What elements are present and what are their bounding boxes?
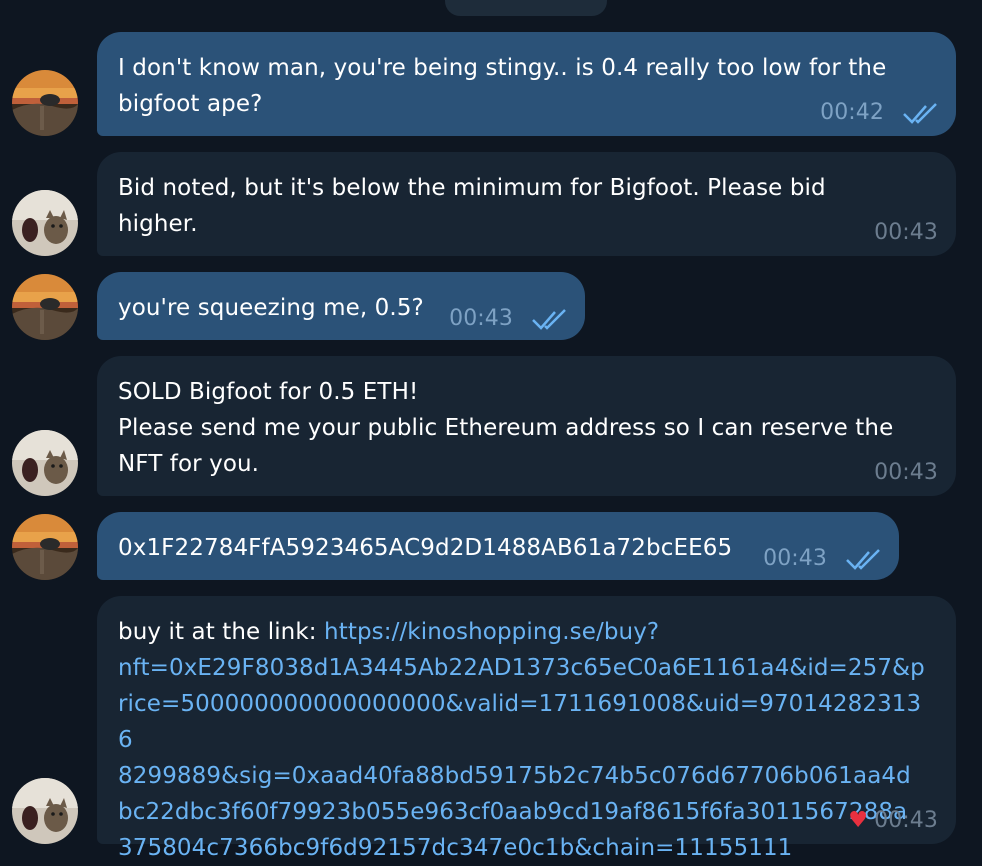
date-pill: [445, 0, 607, 16]
message-bubble-incoming[interactable]: SOLD Bigfoot for 0.5 ETH! Please send me…: [97, 356, 956, 496]
message-time: 00:43: [449, 306, 513, 331]
cat-avatar[interactable]: [12, 430, 78, 496]
read-double-check-icon: [903, 103, 937, 124]
heart-reaction-icon[interactable]: ♥: [848, 803, 868, 839]
sunset-bird-avatar[interactable]: [12, 70, 78, 136]
message-text: SOLD Bigfoot for 0.5 ETH! Please send me…: [118, 379, 894, 477]
message-time: 00:43: [874, 808, 938, 833]
message-meta: 00:43: [449, 304, 567, 334]
message-meta: 00:42: [820, 98, 938, 128]
sunset-bird-avatar[interactable]: [12, 514, 78, 580]
message-meta: ♥ 00:43: [848, 806, 938, 836]
message-bubble-incoming[interactable]: Bid noted, but it's below the minimum fo…: [97, 152, 956, 256]
message-time: 00:43: [763, 546, 827, 571]
message-bubble-outgoing[interactable]: 0x1F22784FfA5923465AC9d2D1488AB61a72bcEE…: [97, 512, 899, 580]
message-bubble-outgoing[interactable]: I don't know man, you're being stingy.. …: [97, 32, 956, 136]
cat-avatar[interactable]: [12, 778, 78, 844]
read-double-check-icon: [846, 549, 880, 570]
message-time: 00:43: [874, 220, 938, 245]
message-text: Bid noted, but it's below the minimum fo…: [118, 175, 826, 237]
sunset-bird-avatar[interactable]: [12, 274, 78, 340]
message-bubble-incoming[interactable]: buy it at the link: https://kinoshopping…: [97, 596, 956, 861]
message-time: 00:42: [820, 100, 884, 125]
message-meta: 00:43: [874, 458, 938, 488]
message-bubble-outgoing[interactable]: you're squeezing me, 0.5? 00:43: [97, 272, 585, 340]
message-text: buy it at the link: https://kinoshopping…: [118, 614, 934, 866]
message-meta: 00:43: [763, 544, 881, 574]
message-link[interactable]: https://kinoshopping.se/buy? nft=0xE29F8…: [118, 619, 925, 861]
read-double-check-icon: [532, 309, 566, 330]
message-text: I don't know man, you're being stingy.. …: [118, 55, 887, 117]
message-time: 00:43: [874, 460, 938, 485]
cat-avatar[interactable]: [12, 190, 78, 256]
message-prefix: buy it at the link:: [118, 619, 325, 645]
message-meta: 00:43: [874, 218, 938, 248]
